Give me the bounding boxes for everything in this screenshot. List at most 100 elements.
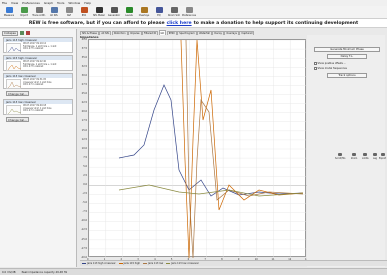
import-icon [20, 7, 28, 13]
y-tick-label: -20.0 [80, 255, 87, 259]
zoom-control[interactable]: Zoom [351, 153, 357, 160]
tab-all-spl[interactable]: All SPL [99, 31, 112, 35]
measurement-details: 08.07.2017 09:19:12 Full Range, 1 slot h… [23, 42, 73, 51]
measurement-note-2: Ohm 47 in cabinet [23, 83, 44, 87]
checkbox-box[interactable] [314, 67, 317, 70]
y-tick-label: 20.0 [81, 110, 87, 114]
legend-label: Leg [373, 156, 377, 160]
y-tick-label: 15.0 [81, 128, 87, 132]
y-tick-label: 0.0 [83, 183, 87, 187]
tab-gd[interactable]: GD [158, 30, 167, 35]
tab-rt60[interactable]: RT60 [166, 31, 177, 35]
levels-icon [125, 7, 133, 13]
legend-entry[interactable]: Jeris 115 high [118, 262, 140, 265]
legend-control[interactable]: Leg [373, 153, 377, 160]
y-tick-label: 17.5 [81, 119, 87, 123]
toolbar-label: Trace Arith. [32, 13, 46, 17]
export-control[interactable]: Export [379, 153, 386, 160]
menu-help[interactable]: Help [84, 1, 91, 5]
measurement-details: 08.07.2017 09:22:40 Full Range, 1 slot h… [23, 60, 73, 69]
checkbox-box[interactable] [314, 62, 317, 65]
y-tick-label: -10.0 [80, 219, 87, 223]
y-tick-label: -15.0 [80, 237, 87, 241]
y-tick-label: 37.5 [81, 46, 87, 50]
measurement-item[interactable]: Jeris 113 low crossover 08.07.2017 09:40… [3, 99, 73, 115]
positive-offsets-checkbox[interactable]: Show positive offsets ... [314, 62, 346, 65]
measurement-item[interactable]: Jeris 113 high crossover 08.07.2017 09:1… [3, 37, 73, 53]
measurement-thumbnail [6, 43, 22, 53]
tab-distortion[interactable]: Distortion [111, 31, 128, 35]
toolbar-button-overlays[interactable]: Overlays [137, 7, 151, 18]
checkbox-label: Show positive offsets ... [317, 62, 346, 65]
toolbar-button-ref[interactable]: Ref [62, 7, 76, 18]
toolbar-label: Import [20, 13, 28, 17]
y-tick-label: 2.5 [83, 173, 87, 177]
checkbox-label: Show modal frequencies [317, 67, 347, 70]
tab-decay[interactable]: Decay [212, 31, 224, 35]
tab-waterfall[interactable]: Waterfall [197, 31, 212, 35]
limits-control[interactable]: Limits [362, 153, 369, 160]
toolbar-button-rta[interactable]: RTA [77, 7, 91, 18]
green-arrow-icon[interactable] [19, 31, 24, 35]
toolbar-button-room-sim[interactable]: Room Sim [167, 7, 181, 18]
menu-view[interactable]: View [11, 1, 18, 5]
y-tick-label: 5.0 [83, 164, 87, 168]
toolbar-button-import[interactable]: Import [17, 7, 31, 18]
limits-label: Limits [362, 156, 369, 160]
generate-min-phase-button[interactable]: Generate Minimum Phase [314, 47, 380, 52]
status-bar: 0.0 mV/dB Peak impedance capacity 49.48 … [0, 268, 387, 275]
measure-icon [5, 7, 13, 13]
change-cal-button-2[interactable]: Change Cal... [6, 117, 29, 122]
plot-area[interactable] [88, 39, 308, 259]
change-cal-button[interactable]: Change Cal... [6, 91, 29, 96]
tab-spectrogram[interactable]: Spectrogram [177, 31, 197, 35]
toolbar-button-preferences[interactable]: Preferences [182, 7, 196, 18]
modal-frequencies-checkbox[interactable]: Show modal frequencies [314, 67, 347, 70]
toolbar-button-eq[interactable]: EQ [152, 7, 166, 18]
tab-overlays[interactable]: Overlays [224, 31, 239, 35]
donate-link[interactable]: click here [167, 21, 192, 26]
scroll-control[interactable]: Scroll/Hrs [335, 153, 345, 160]
toolbar-label: Room Sim [167, 13, 181, 17]
menu-file[interactable]: File [2, 1, 7, 5]
toolbar-button-generator[interactable]: Generator [107, 7, 121, 18]
legend-label: Jeris 113 low crossover [171, 262, 199, 265]
toolbar-label: RTA [81, 13, 87, 17]
menu-tools[interactable]: Tools [57, 1, 64, 5]
legend-entry[interactable]: Jeris 113 high crossover [82, 262, 116, 265]
track-options-button[interactable]: Track options [327, 73, 367, 78]
tab-impulse[interactable]: Impulse [128, 31, 142, 35]
measurement-item[interactable]: Jeris 113 low crossover 08.07.2017 09:31… [3, 73, 73, 89]
measurement-item[interactable]: Jeris 115 high crossover 08.07.2017 09:2… [3, 55, 73, 71]
y-tick-label: 12.5 [81, 137, 87, 141]
legend-label: Jeris 113 high crossover [87, 262, 116, 265]
remove-icon[interactable] [25, 31, 30, 35]
y-tick-label: 25.0 [81, 92, 87, 96]
toolbar-button-all-spl[interactable]: All SPL [47, 7, 61, 18]
eq-icon [155, 7, 163, 13]
toolbar-button-spl-meter[interactable]: SPL Meter [92, 7, 106, 18]
menu-graph[interactable]: Graph [44, 1, 53, 5]
impedance-graph[interactable] [88, 39, 308, 259]
collapse-button[interactable]: Collapse [2, 30, 18, 36]
toolbar-button-trace-arith-[interactable]: Trace Arith. [32, 7, 46, 18]
legend-swatch [143, 262, 148, 265]
toolbar-button-measure[interactable]: Measure [2, 7, 16, 18]
measurements-toolbar: Collapse [2, 30, 75, 36]
tab-filtered-ir[interactable]: Filtered IR [142, 31, 158, 35]
menu-preferences[interactable]: Preferences [22, 1, 40, 5]
banner-text-post: to make a donation to help support its c… [193, 20, 359, 26]
delay-button[interactable]: Delay T.L. [327, 54, 367, 59]
ref-icon [65, 7, 73, 13]
tab-captured[interactable]: Captured [239, 31, 255, 35]
y-tick-label: 35.0 [81, 55, 87, 59]
menu-window[interactable]: Window [68, 1, 80, 5]
toolbar-label: SPL Meter [93, 13, 105, 17]
toolbar-label: Preferences [181, 13, 197, 17]
measurement-thumbnail [6, 61, 22, 71]
toolbar-label: EQ [157, 13, 161, 17]
y-tick-label: -17.5 [80, 246, 87, 250]
toolbar-button-levels[interactable]: Levels [122, 7, 136, 18]
legend-entry[interactable]: Jeris 113 low crossover [166, 262, 199, 265]
legend-entry[interactable]: Jeris 113 low [143, 262, 163, 265]
